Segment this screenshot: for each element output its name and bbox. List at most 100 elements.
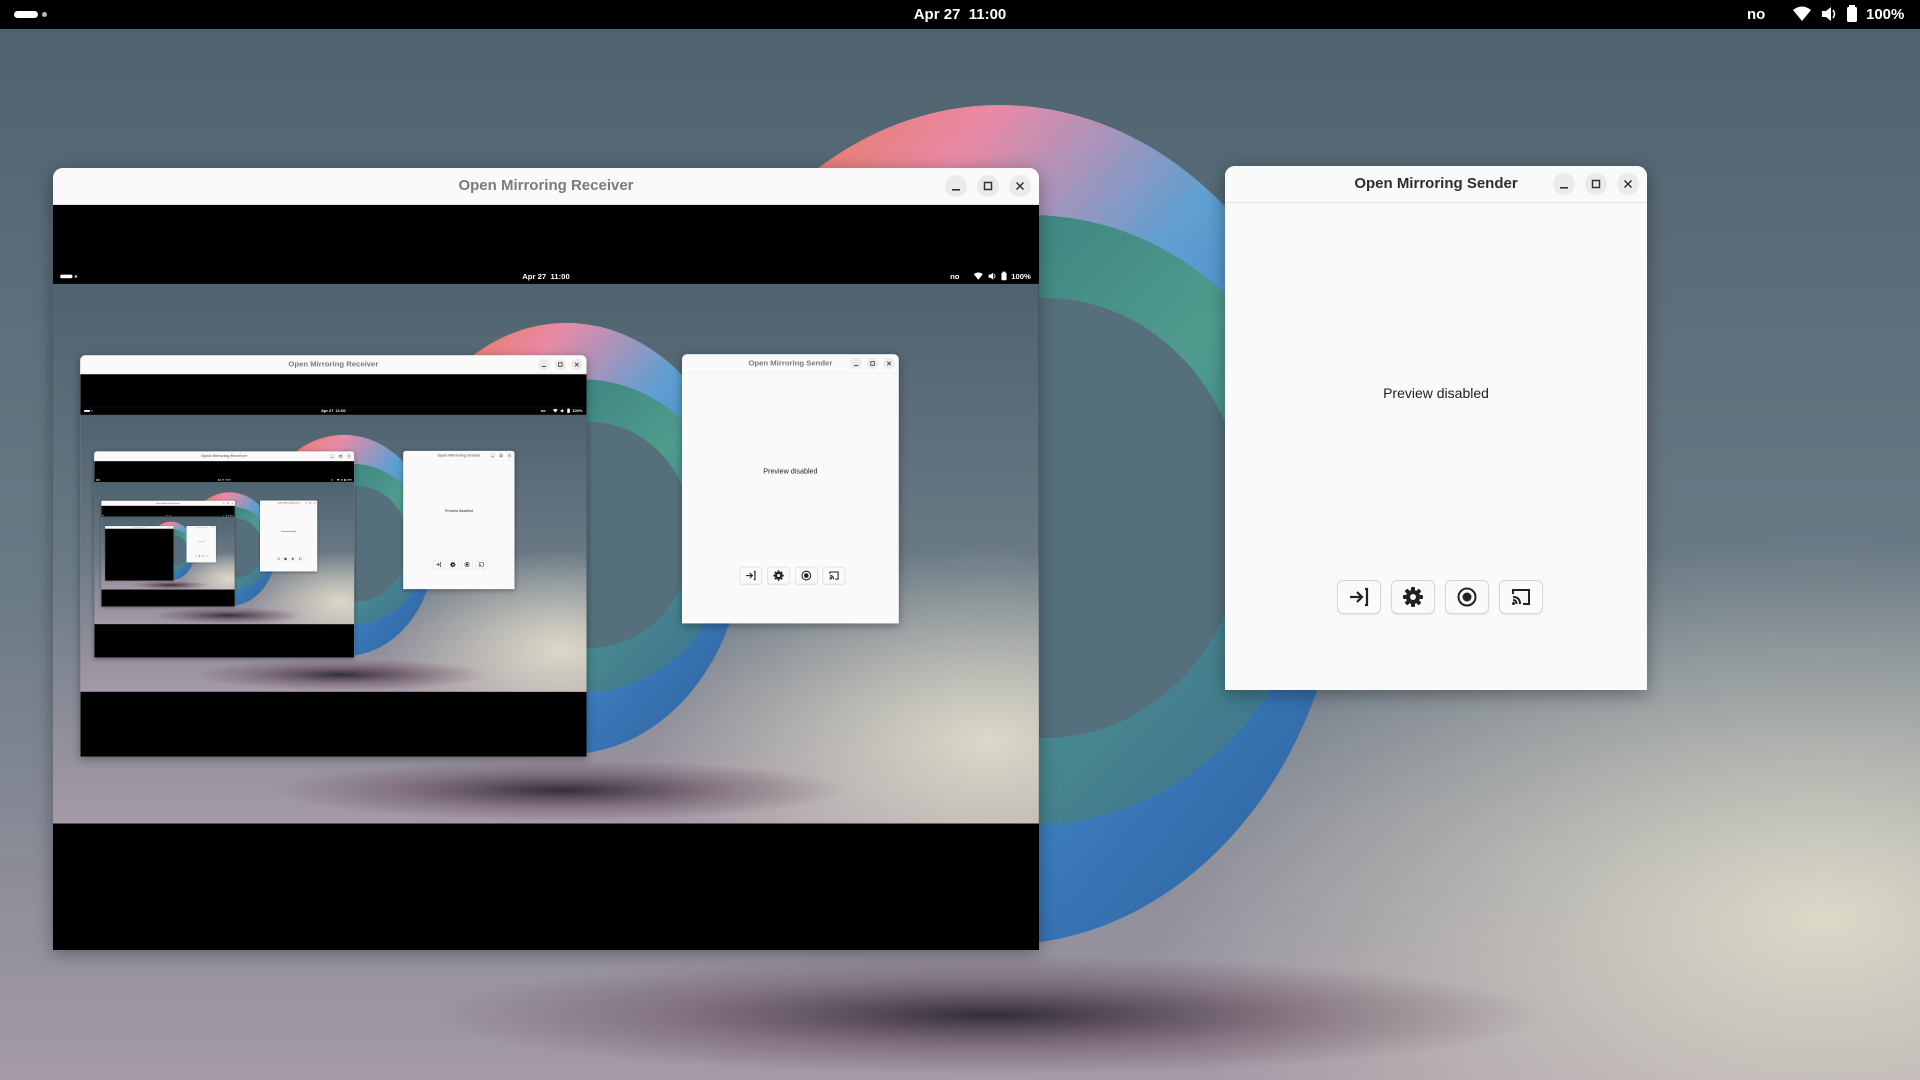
- sender-titlebar[interactable]: Open Mirroring Sender: [1225, 166, 1647, 203]
- minimize-button: [489, 452, 496, 459]
- wifi-icon: [973, 272, 983, 281]
- clock[interactable]: Apr 27 11:00: [914, 6, 1007, 23]
- receiver-window: Open Mirroring Receiver: [53, 168, 1039, 950]
- clock: Apr 27 11:00: [217, 478, 231, 482]
- close-icon: [508, 454, 511, 457]
- volume-icon: [1820, 5, 1838, 23]
- activities-button[interactable]: [14, 11, 47, 18]
- top-bar: Apr 27 11:00 no 100%: [0, 0, 1920, 29]
- minimize-button[interactable]: [1553, 173, 1575, 195]
- keyboard-layout-indicator: no: [950, 272, 960, 281]
- keyboard-layout-indicator: no: [330, 478, 334, 482]
- battery-icon: [344, 478, 346, 482]
- record-button: [201, 554, 205, 558]
- record-button[interactable]: [1445, 580, 1489, 614]
- login-arrow-icon: [276, 557, 280, 561]
- record-icon: [291, 557, 295, 561]
- cast-button[interactable]: [1499, 580, 1543, 614]
- sender-titlebar: Open Mirroring Sender: [682, 354, 899, 374]
- close-button[interactable]: [1009, 175, 1031, 197]
- close-button: [883, 357, 895, 370]
- minimize-button: [167, 526, 169, 529]
- settings-button[interactable]: [1391, 580, 1435, 614]
- receiver-window: Open Mirroring Receiver: [101, 500, 235, 607]
- maximize-button: [866, 357, 879, 370]
- connect-button: [739, 566, 763, 585]
- maximize-icon: [558, 362, 563, 367]
- receiver-window: Open Mirroring Receiver: [105, 526, 174, 581]
- maximize-button: [498, 452, 504, 459]
- battery-percentage: 100%: [346, 478, 353, 482]
- volume-icon: [560, 408, 565, 413]
- sender-action-bar: [275, 556, 304, 562]
- wifi-icon: [1792, 5, 1812, 23]
- cast-icon: [298, 557, 302, 560]
- system-status-menu: 100%: [226, 514, 234, 517]
- close-icon: [574, 362, 579, 367]
- top-bar: Apr 27 11:00 no 100%: [94, 478, 355, 482]
- record-button: [795, 566, 818, 585]
- minimize-icon: [223, 503, 225, 504]
- connect-button[interactable]: [1337, 580, 1381, 614]
- sender-action-bar: [739, 566, 846, 585]
- sender-titlebar: Open Mirroring Sender: [186, 526, 216, 529]
- mirrored-desktop: Apr 27 11:00 no 100% Open Mirroring Send…: [94, 478, 355, 625]
- maximize-icon: [169, 527, 171, 528]
- settings-button: [767, 566, 790, 585]
- sender-window: Open Mirroring Sender Preview disabled: [260, 500, 318, 572]
- record-icon: [1457, 587, 1477, 607]
- workspace-indicator: [42, 12, 47, 17]
- receiver-titlebar: Open Mirroring Receiver: [94, 451, 355, 462]
- close-button[interactable]: [1617, 173, 1639, 195]
- close-button: [346, 453, 353, 460]
- login-arrow-icon: [1350, 587, 1369, 607]
- system-status-menu[interactable]: 100%: [1792, 5, 1904, 23]
- minimize-button[interactable]: [945, 175, 967, 197]
- gear-icon: [284, 557, 287, 561]
- close-button: [571, 358, 583, 371]
- minimize-button: [538, 358, 550, 371]
- keyboard-layout-indicator: no: [222, 514, 225, 517]
- maximize-button[interactable]: [977, 175, 999, 197]
- sender-action-bar: [1337, 580, 1543, 614]
- receiver-window: Open Mirroring Receiver: [94, 451, 355, 658]
- workspace-indicator: [99, 479, 101, 481]
- maximize-button[interactable]: [1585, 173, 1607, 195]
- mirrored-desktop: Apr 27 11:00 no 100% Open Mirroring Send…: [53, 269, 1039, 824]
- top-bar: Apr 27 11:00 no 100%: [80, 407, 587, 415]
- sender-action-bar: [432, 560, 488, 570]
- keyboard-layout-indicator: no: [540, 408, 546, 414]
- volume-icon: [988, 272, 997, 281]
- mirrored-stream-view: Apr 27 11:00 no 100% Open Mirroring Send…: [94, 461, 355, 658]
- window-title: Open Mirroring Sender: [277, 501, 300, 505]
- close-icon: [886, 361, 892, 366]
- close-icon: [172, 527, 173, 528]
- volume-icon: [228, 514, 229, 516]
- sender-titlebar: Open Mirroring Sender: [403, 450, 515, 461]
- minimize-icon: [331, 456, 334, 458]
- maximize-button: [226, 501, 230, 505]
- login-arrow-icon: [746, 570, 756, 581]
- mirrored-frame: Apr 27 11:00 no 100% Open Mirroring Send…: [94, 478, 355, 625]
- minimize-icon: [1560, 187, 1568, 189]
- login-arrow-icon: [195, 555, 197, 557]
- receiver-titlebar: Open Mirroring Receiver: [80, 355, 587, 375]
- preview-status: Preview disabled: [281, 530, 296, 533]
- cast-button: [205, 554, 209, 558]
- close-button: [506, 452, 513, 459]
- minimize-icon: [541, 366, 546, 367]
- battery-icon: [229, 514, 231, 517]
- keyboard-layout-indicator[interactable]: no: [1747, 6, 1765, 23]
- mirrored-stream-view[interactable]: Apr 27 11:00 no 100% Open Mirroring Send…: [53, 205, 1039, 950]
- gear-icon: [773, 570, 784, 581]
- maximize-button: [337, 453, 344, 460]
- preview-status: Preview disabled: [1383, 385, 1489, 401]
- cast-button: [822, 566, 846, 585]
- minimize-button: [329, 453, 336, 460]
- mirrored-stream-view: Apr 27 11:00 no 100% Open Mirroring Send…: [80, 374, 587, 757]
- login-arrow-icon: [436, 562, 441, 567]
- cast-icon: [478, 562, 484, 567]
- minimize-button: [304, 501, 308, 505]
- receiver-titlebar[interactable]: Open Mirroring Receiver: [53, 168, 1039, 205]
- close-icon: [348, 455, 351, 458]
